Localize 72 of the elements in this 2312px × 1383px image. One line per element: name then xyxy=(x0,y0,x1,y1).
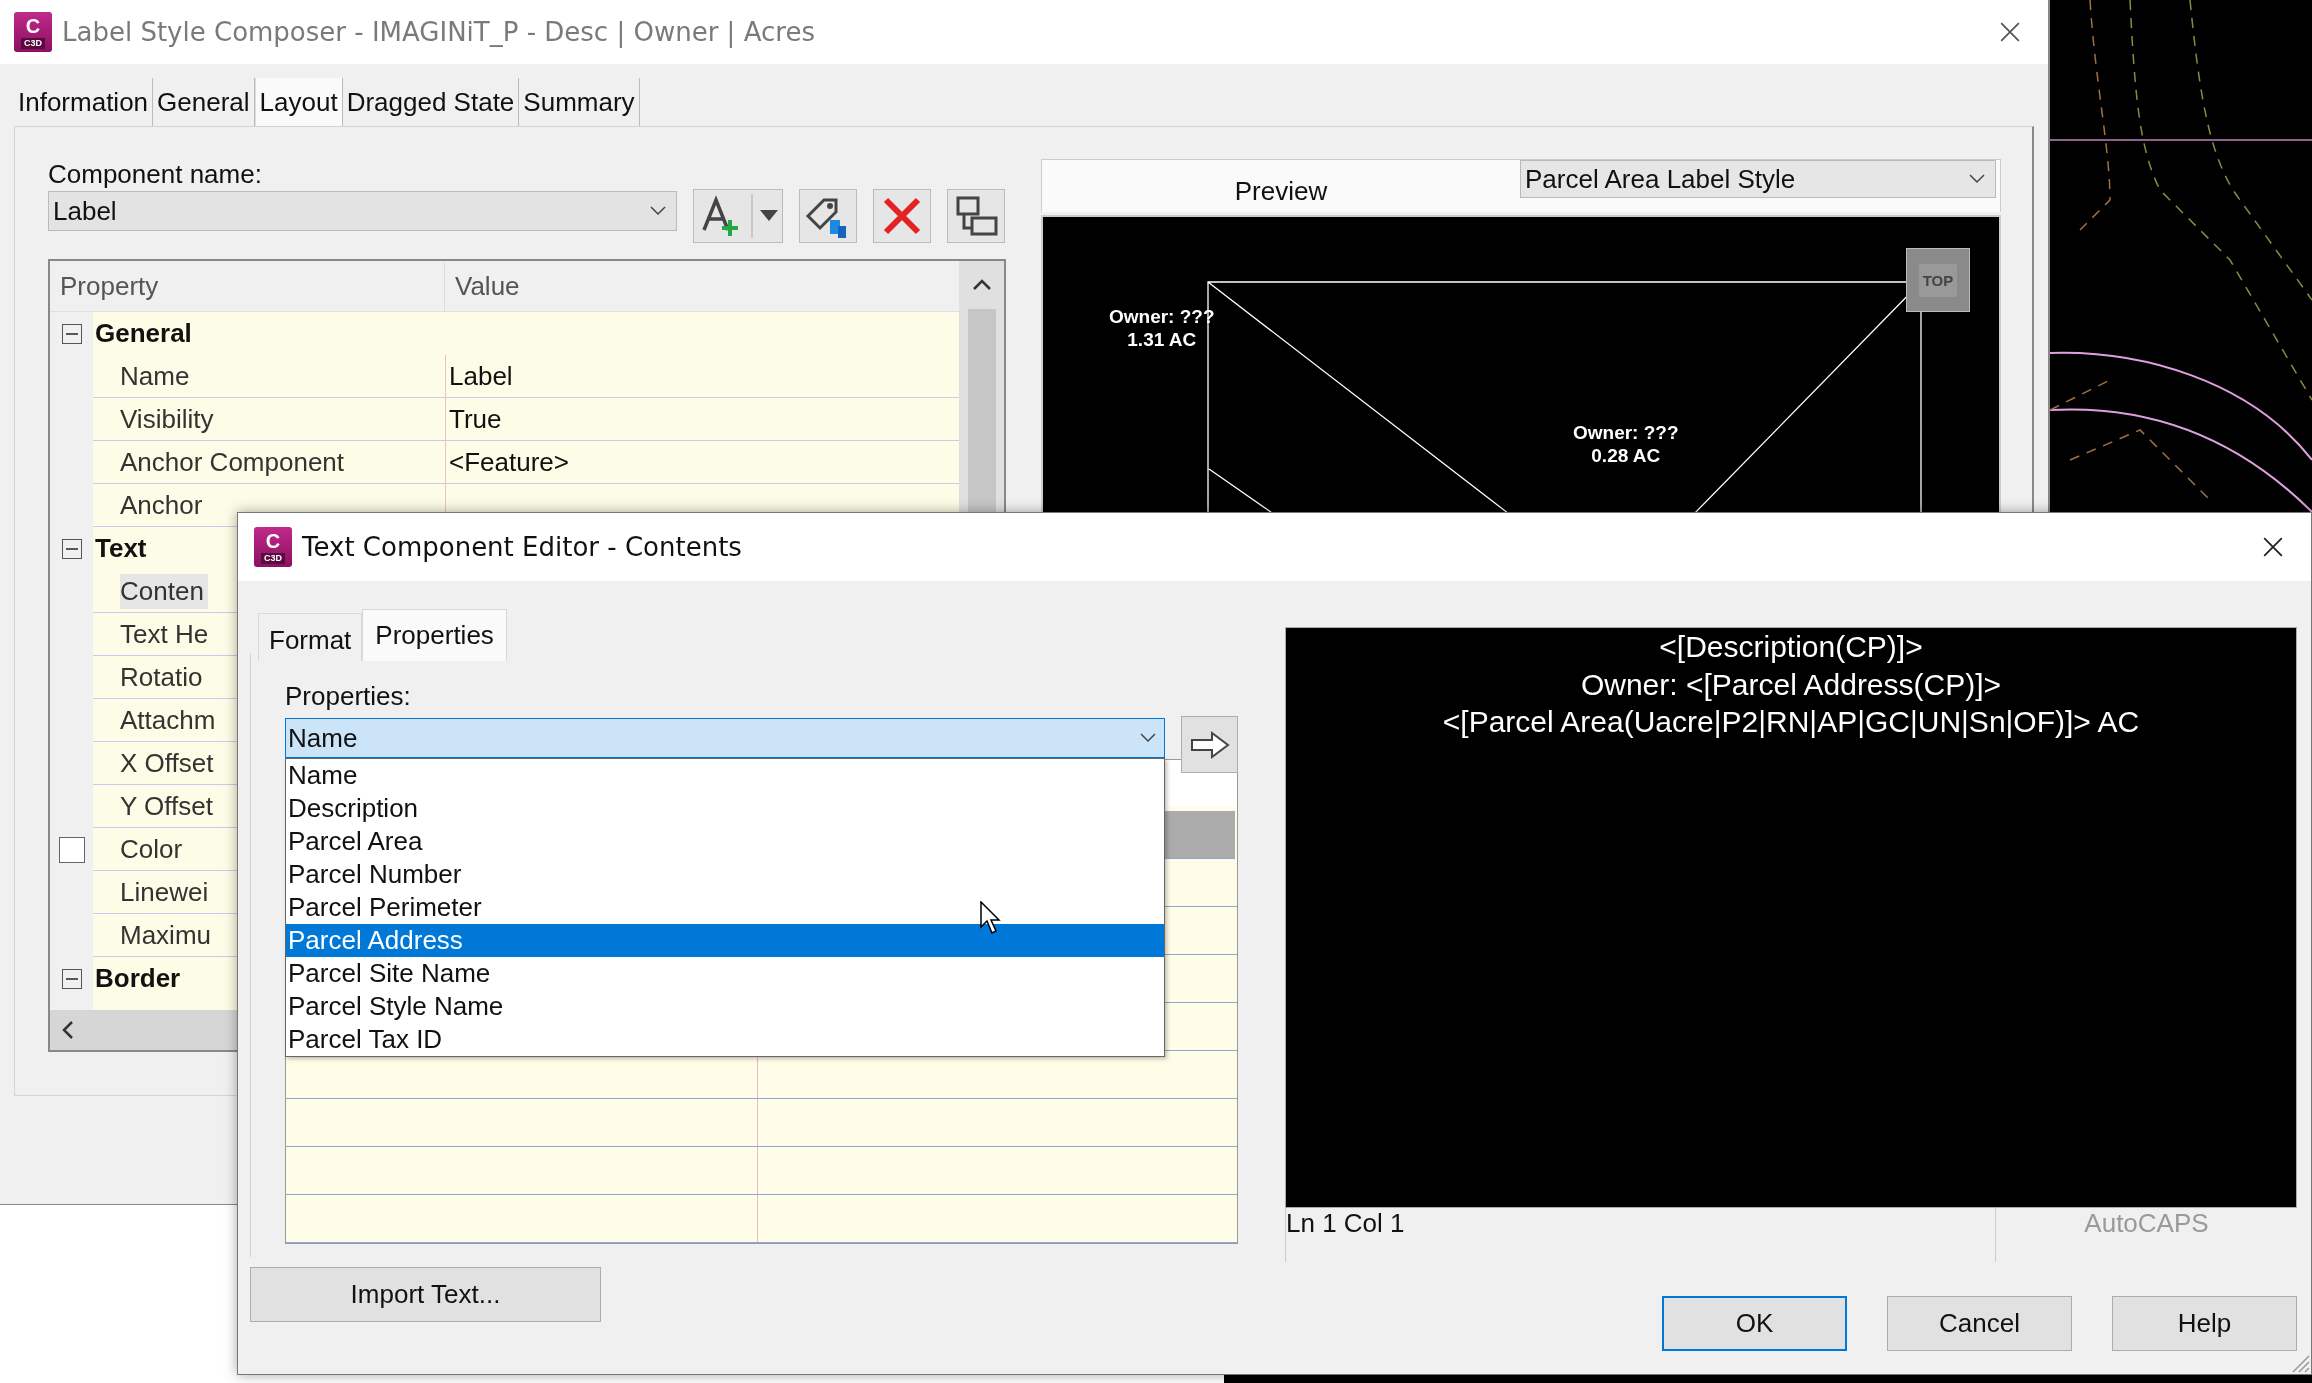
property-name[interactable]: Text He xyxy=(120,616,213,652)
property-value: True xyxy=(449,403,502,435)
column-header: Property xyxy=(50,261,445,311)
parcel-label: Owner: ??? xyxy=(1573,421,1679,444)
dialog-button[interactable]: OK xyxy=(1662,1296,1847,1351)
property-name[interactable]: Color xyxy=(120,831,187,867)
dropdown-option[interactable]: Parcel Site Name xyxy=(286,957,1164,990)
property-value: Label xyxy=(449,360,513,392)
cursor-icon xyxy=(980,901,1002,935)
component-name-dropdown[interactable]: Label xyxy=(48,191,677,231)
cursor-position: Ln 1 Col 1 xyxy=(1286,1208,1406,1240)
property-name[interactable]: Name xyxy=(120,358,194,394)
dropdown-option[interactable]: Parcel Address xyxy=(286,924,1164,957)
group-label: Text xyxy=(95,533,147,564)
chevron-down-icon xyxy=(650,206,666,216)
parcel-label: 1.31 AC xyxy=(1127,328,1197,351)
tab[interactable]: Layout xyxy=(254,78,343,126)
text-editor[interactable]: <[Description(CP)]> Owner: <[Parcel Address(CP)]> <[Parcel Area(Uacre|P2|RN|AP|GC|UN|Sn|OF)]> AC xyxy=(1285,627,2297,1208)
scroll-up-icon[interactable] xyxy=(971,279,992,291)
dropdown-option[interactable]: Description xyxy=(286,792,1164,825)
collapse-icon[interactable] xyxy=(61,538,82,559)
tab[interactable]: Properties xyxy=(362,609,507,661)
app-icon: C C3D xyxy=(254,527,292,567)
app-icon: C C3D xyxy=(14,12,52,52)
tag-button[interactable] xyxy=(799,189,857,243)
property-value: <Feature> xyxy=(449,446,569,478)
property-name[interactable]: Anchor Component xyxy=(120,444,349,480)
delete-button[interactable] xyxy=(873,189,931,243)
text-line: <[Description(CP)]> xyxy=(1659,629,1923,665)
text-line: Owner: <[Parcel Address(CP)]> xyxy=(1580,666,2002,703)
dialog-button[interactable]: Help xyxy=(2112,1296,2297,1351)
dropdown-option[interactable]: Parcel Style Name xyxy=(286,990,1164,1023)
window-title: Label Style Composer - IMAGINiT_P - Desc | Owner | Acres xyxy=(62,17,815,47)
property-name[interactable]: Attachm xyxy=(120,702,220,738)
collapse-icon[interactable] xyxy=(61,968,82,989)
collapse-icon[interactable] xyxy=(61,323,82,344)
chevron-down-icon xyxy=(1140,733,1156,743)
properties-label: Properties: xyxy=(285,681,411,711)
parcel-label: 0.28 AC xyxy=(1591,444,1661,467)
chevron-down-icon xyxy=(1969,174,1985,184)
property-name[interactable]: Linewei xyxy=(120,874,213,910)
dialog-title: Text Component Editor - Contents xyxy=(302,532,742,562)
text-line: <[Parcel Area(Uacre|P2|RN|AP|GC|UN|Sn|OF)]> AC xyxy=(1442,704,2140,740)
dialog-button[interactable]: Cancel xyxy=(1887,1296,2072,1351)
property-name[interactable]: X Offset xyxy=(120,745,218,781)
tab[interactable]: Format xyxy=(258,613,363,661)
dropdown-option[interactable]: Parcel Perimeter xyxy=(286,891,1164,924)
dropdown-option[interactable]: Parcel Tax ID xyxy=(286,1023,1164,1056)
group-label: Border xyxy=(95,963,181,994)
dropdown-option[interactable]: Parcel Number xyxy=(286,858,1164,891)
property-name[interactable]: Conten xyxy=(120,573,208,609)
component-name-label: Component name: xyxy=(48,159,263,191)
import-text-button[interactable]: Import Text... xyxy=(250,1267,601,1322)
column-header: Value xyxy=(454,269,520,303)
layout-button[interactable] xyxy=(947,189,1005,243)
close-icon xyxy=(1999,21,2021,43)
dropdown-option[interactable]: Name xyxy=(286,759,1164,792)
property-name[interactable]: Anchor xyxy=(120,487,207,523)
property-name[interactable]: Rotatio xyxy=(120,659,207,695)
property-name[interactable]: Maximu xyxy=(120,917,215,953)
scroll-left-icon[interactable] xyxy=(62,1020,74,1040)
property-dropdown[interactable]: Name xyxy=(285,718,1165,758)
group-label: General xyxy=(95,318,192,349)
dropdown-option[interactable]: Parcel Area xyxy=(286,825,1164,858)
property-name[interactable]: Y Offset xyxy=(120,788,217,824)
close-icon xyxy=(2262,536,2284,558)
add-text-button[interactable] xyxy=(693,189,783,243)
insert-button[interactable] xyxy=(1181,716,1238,773)
preview-label: Preview xyxy=(1233,174,1329,208)
property-name[interactable]: Visibility xyxy=(120,401,218,437)
arrow-right-icon xyxy=(1189,730,1230,759)
style-dropdown[interactable]: Parcel Area Label Style xyxy=(1520,160,1996,198)
